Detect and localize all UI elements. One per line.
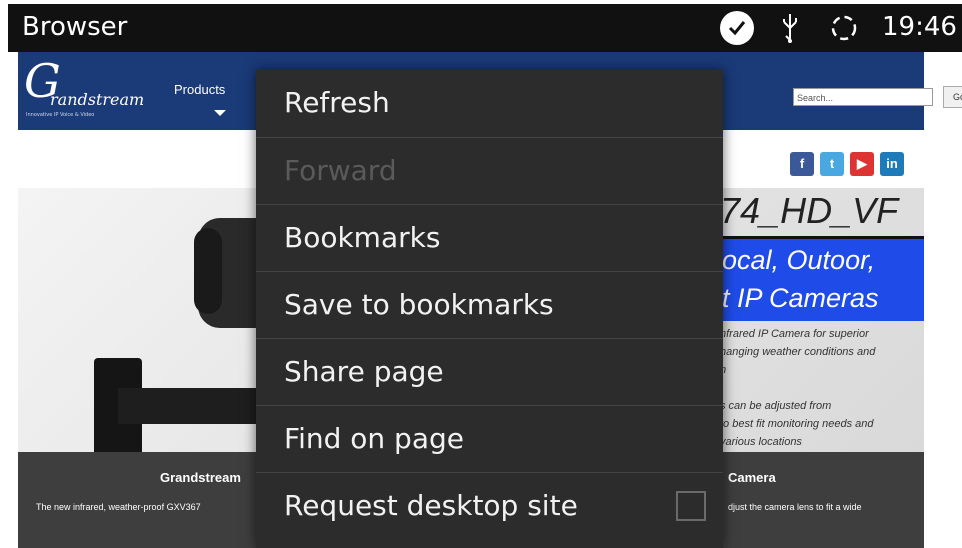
linkedin-icon[interactable]: in [880,152,904,176]
usb-icon [780,12,800,44]
camera-lens [194,228,222,314]
search-go-button[interactable]: Go [943,86,962,108]
caption-title-left: Grandstream [160,470,241,485]
menu-item-label: Share page [284,355,444,388]
menu-item-label: Forward [284,154,397,187]
desc-line: nfrared IP Camera for superior [720,328,869,340]
menu-item-label: Request desktop site [284,489,578,522]
menu-item-save-to-bookmarks[interactable]: Save to bookmarks [256,271,723,338]
desc-line: hanging weather conditions and [720,346,876,358]
sync-icon [830,14,858,42]
menu-item-bookmarks[interactable]: Bookmarks [256,204,723,271]
caption-text-left: The new infrared, weather-proof GXV367 [36,502,201,512]
menu-item-label: Refresh [284,86,390,119]
menu-item-share-page[interactable]: Share page [256,338,723,405]
checkmark-badge-icon [720,11,754,45]
chevron-down-icon[interactable] [214,110,226,116]
status-bar: Browser 19:46 [8,4,962,52]
nav-products[interactable]: Products [174,82,225,97]
logo-word: randstream [50,90,145,109]
logo-tagline: Innovative IP Voice & Video [26,112,95,118]
camera-arm [118,388,278,424]
menu-item-label: Save to bookmarks [284,288,554,321]
grandstream-logo[interactable]: G randstream Innovative IP Voice & Video [24,54,145,120]
caption-text-right: djust the camera lens to fit a wide [728,502,862,512]
menu-item-refresh[interactable]: Refresh [256,70,723,137]
banner-line-1: ocal, Outoor, [722,245,876,275]
desc-line: various locations [720,436,802,448]
caption-title-right: Camera [728,470,776,485]
facebook-icon[interactable]: f [790,152,814,176]
product-heading: 74_HD_VF [720,190,899,231]
banner-line-2: t IP Cameras [722,283,879,313]
desc-line: to best fit monitoring needs and [720,418,874,430]
browser-options-menu: Refresh Forward Bookmarks Save to bookma… [256,70,723,548]
product-banner: ocal, Outoor, t IP Cameras [720,236,924,321]
menu-item-forward: Forward [256,137,723,204]
youtube-icon[interactable]: ▶ [850,152,874,176]
menu-item-request-desktop-site[interactable]: Request desktop site [256,472,723,539]
desc-line: s can be adjusted from [720,400,832,412]
search-input[interactable]: Search... [793,88,933,106]
menu-item-label: Bookmarks [284,221,441,254]
menu-item-label: Find on page [284,422,464,455]
desktop-site-checkbox[interactable] [676,491,706,521]
clock: 19:46 [882,12,957,42]
menu-item-find-on-page[interactable]: Find on page [256,405,723,472]
twitter-icon[interactable]: t [820,152,844,176]
app-title: Browser [22,12,128,42]
